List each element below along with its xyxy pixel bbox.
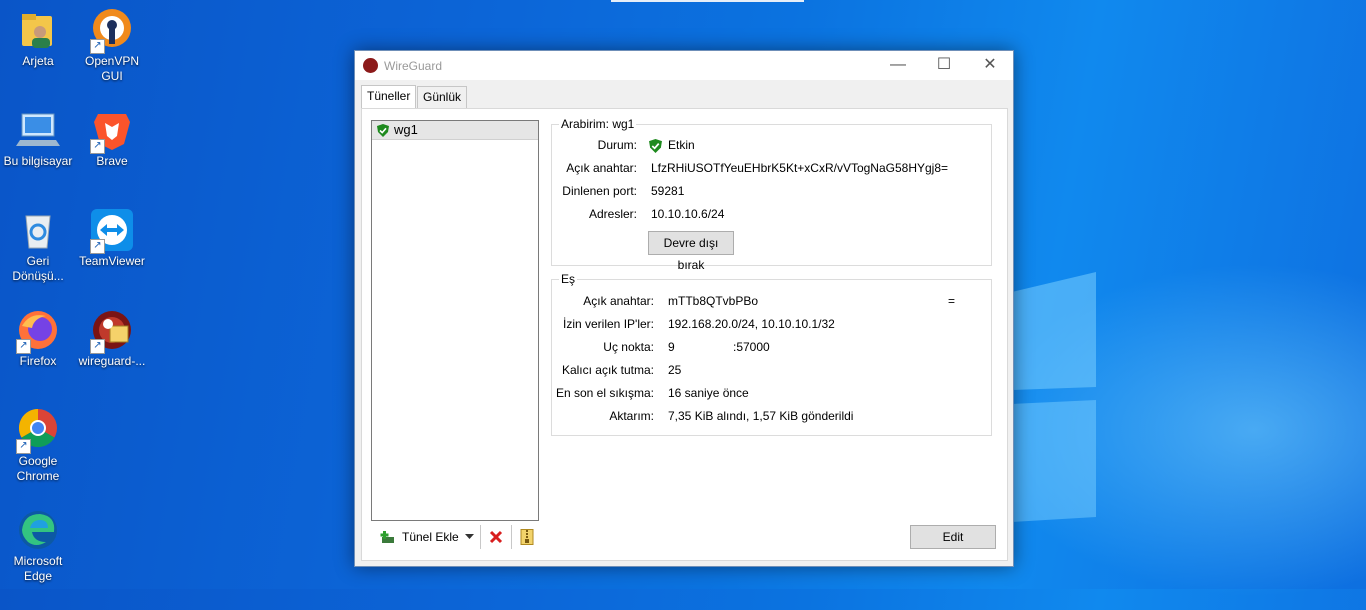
edit-button[interactable]: Edit — [910, 525, 996, 549]
handshake-value: 16 saniye önce — [668, 386, 749, 400]
desktop-icon-firefox[interactable]: ↗ Firefox — [0, 308, 76, 369]
peer-legend: Eş — [559, 272, 578, 286]
desktop-icon-label: Firefox — [19, 354, 57, 368]
openvpn-icon: ↗ — [90, 8, 134, 54]
desktop-icon-openvpn[interactable]: ↗ OpenVPN GUI — [74, 8, 150, 84]
title-bar[interactable]: WireGuard — ☐ ✕ — [355, 51, 1013, 80]
windows-logo-wallpaper — [1012, 272, 1096, 522]
tab-log[interactable]: Günlük — [417, 86, 468, 108]
desktop-icon-this-pc[interactable]: Bu bilgisayar — [0, 108, 76, 169]
desktop-icon-label: TeamViewer — [79, 254, 145, 268]
shortcut-arrow-icon: ↗ — [90, 339, 105, 354]
recycle-bin-icon — [16, 208, 60, 252]
toolbar-separator — [510, 525, 512, 549]
desktop-icon-label: Arjeta — [22, 54, 54, 68]
endpoint-prefix: 9 — [668, 340, 675, 354]
export-tunnels-button[interactable] — [516, 524, 538, 550]
wireguard-logo-icon — [363, 58, 378, 73]
pubkey-value: LfzRHiUSOTfYeuEHbrK5Kt+xCxR/vVTogNaG58HY… — [651, 161, 949, 175]
chrome-icon: ↗ — [16, 408, 60, 454]
allowed-ips-value: 192.168.20.0/24, 10.10.10.1/32 — [668, 317, 835, 331]
listen-port-label: Dinlenen port: — [562, 184, 637, 198]
desktop-icon-edge[interactable]: Microsoft Edge — [0, 508, 76, 584]
transfer-value: 7,35 KiB alındı, 1,57 KiB gönderildi — [668, 409, 854, 423]
endpoint-label: Uç nokta: — [603, 340, 654, 354]
desktop-icon-user-folder[interactable]: Arjeta — [0, 8, 76, 69]
delete-tunnel-button[interactable] — [485, 524, 507, 550]
desktop-icon-label: Geri Dönüşü... — [12, 254, 64, 283]
desktop-icon-recycle-bin[interactable]: Geri Dönüşü... — [0, 208, 76, 284]
desktop-icon-label: Google Chrome — [16, 454, 60, 483]
desktop-icon-label: Bu bilgisayar — [3, 154, 73, 168]
wireguard-window: WireGuard — ☐ ✕ Tüneller Günlük wg1 Tüne… — [354, 50, 1014, 567]
interface-group: Arabirim: wg1 Durum: Etkin Açık anahtar:… — [551, 117, 992, 272]
shortcut-arrow-icon: ↗ — [90, 239, 105, 254]
peer-pubkey-suffix: = — [948, 294, 956, 308]
tab-tunnels[interactable]: Tüneller — [361, 85, 417, 108]
keepalive-value: 25 — [668, 363, 682, 377]
active-shield-icon — [377, 123, 389, 137]
minimize-button[interactable]: — — [875, 51, 921, 80]
addresses-label: Adresler: — [588, 207, 637, 221]
maximize-button[interactable]: ☐ — [921, 51, 967, 80]
edge-icon — [16, 508, 60, 552]
addresses-value: 10.10.10.6/24 — [651, 207, 725, 221]
tunnel-toolbar: Tünel Ekle — [376, 523, 538, 551]
transfer-label: Aktarım: — [609, 409, 654, 423]
active-shield-icon — [649, 138, 662, 153]
keepalive-label: Kalıcı açık tutma: — [561, 363, 654, 377]
shortcut-arrow-icon: ↗ — [16, 339, 31, 354]
interface-legend: Arabirim: wg1 — [559, 117, 637, 131]
desktop-icon-label: OpenVPN GUI — [84, 54, 140, 83]
close-button[interactable]: ✕ — [967, 51, 1013, 80]
listen-port-value: 59281 — [651, 184, 685, 198]
add-tunnel-label: Tünel Ekle — [402, 530, 459, 544]
peer-group: Eş Açık anahtar: mTTb8QTvbPBo = İzin ver… — [551, 272, 992, 436]
firefox-icon: ↗ — [16, 308, 60, 354]
shortcut-arrow-icon: ↗ — [16, 439, 31, 454]
allowed-ips-label: İzin verilen IP'ler: — [563, 317, 654, 331]
peer-pubkey-label: Açık anahtar: — [583, 294, 654, 308]
desktop-icon-label: Microsoft Edge — [13, 554, 63, 583]
delete-x-icon — [489, 530, 502, 544]
tunnels-panel: wg1 Tünel Ekle Arabirim: wg1 Durum: Etki… — [361, 108, 1008, 561]
wireguard-installer-icon: ↗ — [90, 308, 134, 354]
user-folder-icon — [16, 8, 60, 52]
add-tunnel-icon — [380, 531, 394, 543]
zip-archive-icon — [520, 529, 534, 545]
pubkey-label: Açık anahtar: — [566, 161, 637, 175]
tunnel-list[interactable]: wg1 — [371, 120, 539, 521]
endpoint-port: :57000 — [733, 340, 770, 354]
desktop-icon-teamviewer[interactable]: ↗ TeamViewer — [74, 208, 150, 269]
taskbar-fragment — [611, 0, 804, 2]
status-value: Etkin — [649, 138, 695, 153]
tunnel-item[interactable]: wg1 — [372, 121, 538, 140]
desktop-icon-chrome[interactable]: ↗ Google Chrome — [0, 408, 76, 484]
desktop-icon-wireguard-installer[interactable]: ↗ wireguard-... — [74, 308, 150, 369]
handshake-label: En son el sıkışma: — [555, 386, 654, 400]
add-tunnel-dropdown[interactable] — [463, 524, 476, 550]
desktop-icon-brave[interactable]: ↗ Brave — [74, 108, 150, 169]
teamviewer-icon: ↗ — [90, 208, 134, 254]
status-label: Durum: — [597, 138, 637, 152]
tunnel-name: wg1 — [394, 122, 418, 137]
window-title: WireGuard — [384, 59, 443, 73]
shortcut-arrow-icon: ↗ — [90, 139, 105, 154]
shortcut-arrow-icon: ↗ — [90, 39, 105, 54]
add-tunnel-button[interactable]: Tünel Ekle — [376, 524, 463, 550]
brave-lion-icon: ↗ — [90, 108, 134, 154]
chevron-down-icon — [464, 534, 474, 539]
toolbar-separator — [479, 525, 481, 549]
status-text: Etkin — [668, 138, 695, 152]
desktop-icon-label: wireguard-... — [78, 354, 146, 368]
peer-pubkey-value: mTTb8QTvbPBo — [668, 294, 759, 308]
deactivate-button[interactable]: Devre dışı bırak — [648, 231, 734, 272]
desktop-icon-label: Brave — [96, 154, 128, 168]
computer-icon — [16, 108, 60, 152]
